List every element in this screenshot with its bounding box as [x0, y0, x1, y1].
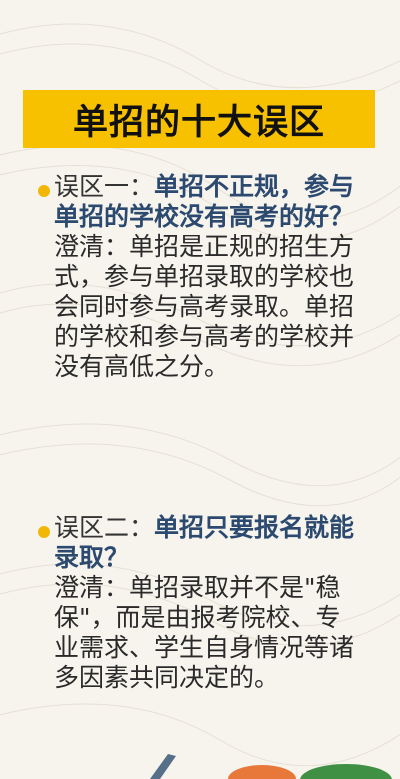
bottom-decoration: [150, 754, 392, 779]
bullet-dot-icon: [38, 526, 50, 538]
page-title: 单招的十大误区: [72, 102, 325, 143]
question-line: 误区一：单招不正规，参与单招的学校没有高考的好？: [54, 172, 358, 232]
misconception-1: 误区一：单招不正规，参与单招的学校没有高考的好？ 澄清：单招是正规的招生方式，参…: [38, 172, 358, 382]
title-banner: 单招的十大误区: [23, 90, 375, 148]
answer-text: 澄清：单招是正规的招生方式，参与单招录取的学校也会同时参与高考录取。单招的学校和…: [54, 232, 355, 381]
misconception-2: 误区二：单招只要报名就能录取？ 澄清：单招录取并不是"稳保"，而是由报考院校、专…: [38, 513, 358, 693]
question-label: 误区一：: [54, 172, 155, 201]
question-label: 误区二：: [54, 513, 155, 542]
answer-text: 澄清：单招录取并不是"稳保"，而是由报考院校、专业需求、学生自身情况等诸多因素共…: [54, 573, 355, 692]
question-line: 误区二：单招只要报名就能录取？: [54, 513, 358, 573]
bullet-dot-icon: [38, 185, 50, 197]
